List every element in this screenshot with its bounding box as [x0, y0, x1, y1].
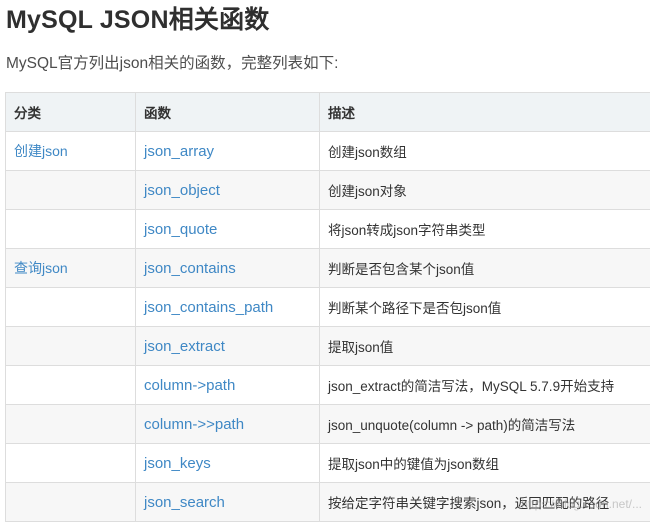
category-cell: [5, 404, 136, 444]
category-cell: [5, 443, 136, 483]
category-cell: [5, 326, 136, 366]
description-cell: 创建json数组: [319, 131, 650, 171]
category-cell[interactable]: 创建json: [5, 131, 136, 171]
function-link[interactable]: json_object: [135, 170, 320, 210]
function-link[interactable]: json_contains: [135, 248, 320, 288]
watermark-text: https://blog.csdn.net/...: [521, 497, 642, 511]
header-description: 描述: [319, 92, 650, 132]
function-link[interactable]: json_array: [135, 131, 320, 171]
description-cell: 创建json对象: [319, 170, 650, 210]
function-link[interactable]: column->path: [135, 365, 320, 405]
function-link[interactable]: json_extract: [135, 326, 320, 366]
category-cell: [5, 287, 136, 327]
intro-text: MySQL官方列出json相关的函数，完整列表如下:: [6, 55, 339, 72]
table-row: json_quote 将json转成json字符串类型: [5, 209, 650, 249]
category-cell[interactable]: 查询json: [5, 248, 136, 288]
description-cell: 将json转成json字符串类型: [319, 209, 650, 249]
description-cell: json_unquote(column -> path)的简洁写法: [319, 404, 650, 444]
category-cell: [5, 209, 136, 249]
description-cell: 提取json中的键值为json数组: [319, 443, 650, 483]
table-row: json_keys 提取json中的键值为json数组: [5, 443, 650, 483]
function-link[interactable]: json_search: [135, 482, 320, 522]
description-cell: 提取json值: [319, 326, 650, 366]
table-header-row: 分类 函数 描述: [5, 92, 650, 132]
table-row: json_contains_path 判断某个路径下是否包json值: [5, 287, 650, 327]
category-cell: [5, 482, 136, 522]
table-row: json_object 创建json对象: [5, 170, 650, 210]
table-row: json_extract 提取json值: [5, 326, 650, 366]
description-cell: 判断某个路径下是否包json值: [319, 287, 650, 327]
header-category: 分类: [5, 92, 136, 132]
json-functions-table: 分类 函数 描述 创建json json_array 创建json数组 json…: [5, 92, 650, 522]
description-cell: 判断是否包含某个json值: [319, 248, 650, 288]
function-link[interactable]: json_keys: [135, 443, 320, 483]
page: MySQL JSON相关函数 MySQL官方列出json相关的函数，完整列表如下…: [0, 0, 650, 523]
function-link[interactable]: json_contains_path: [135, 287, 320, 327]
function-link[interactable]: column->>path: [135, 404, 320, 444]
header-function: 函数: [135, 92, 320, 132]
function-link[interactable]: json_quote: [135, 209, 320, 249]
table-row: column->path json_extract的简洁写法，MySQL 5.7…: [5, 365, 650, 405]
category-cell: [5, 170, 136, 210]
category-cell: [5, 365, 136, 405]
description-cell: json_extract的简洁写法，MySQL 5.7.9开始支持: [319, 365, 650, 405]
table-row: column->>path json_unquote(column -> pat…: [5, 404, 650, 444]
table-row: 查询json json_contains 判断是否包含某个json值: [5, 248, 650, 288]
table-row: 创建json json_array 创建json数组: [5, 131, 650, 171]
page-title: MySQL JSON相关函数: [6, 6, 270, 34]
